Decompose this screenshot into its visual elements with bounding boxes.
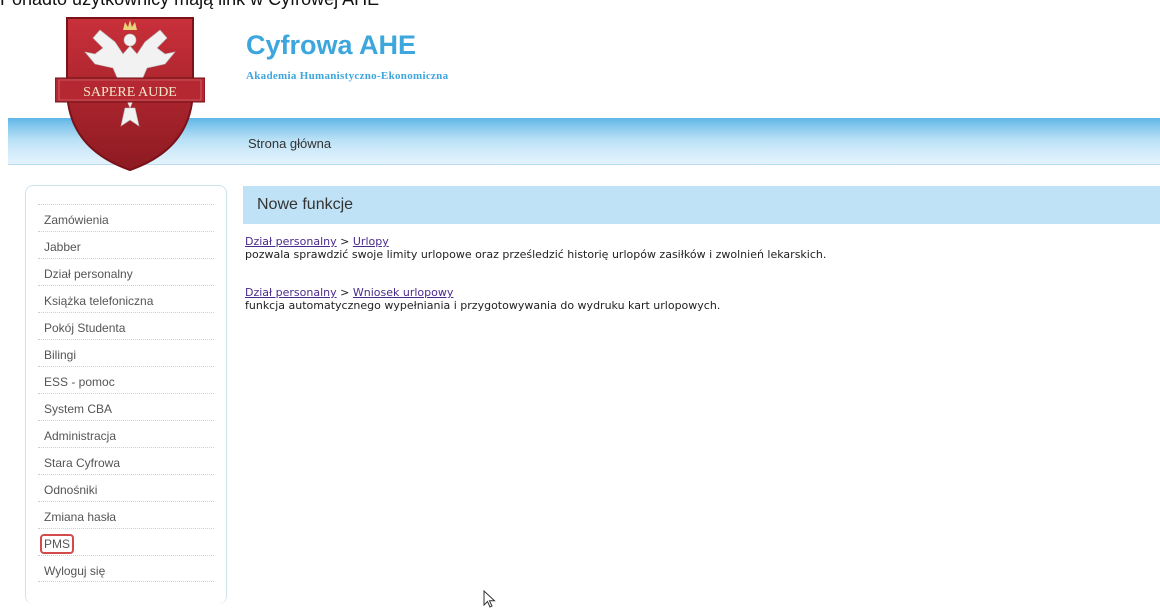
- sidebar-item-label: ESS - pomoc: [44, 375, 115, 389]
- sidebar-item-zamowienia[interactable]: Zamówienia: [38, 204, 214, 231]
- sidebar-item-odnosniki[interactable]: Odnośniki: [38, 474, 214, 501]
- breadcrumb-separator: >: [340, 286, 350, 299]
- university-crest-logo[interactable]: SAPERE AUDE: [55, 8, 205, 173]
- feature-description: pozwala sprawdzić swoje limity urlopowe …: [245, 248, 827, 261]
- sidebar-item-wyloguj[interactable]: Wyloguj się: [38, 555, 214, 582]
- content-heading: Nowe funkcje: [257, 196, 354, 213]
- sidebar-item-zmiana-hasla[interactable]: Zmiana hasła: [38, 501, 214, 528]
- feature-description: funkcja automatycznego wypełniania i prz…: [245, 299, 721, 312]
- sidebar-item-bilingi[interactable]: Bilingi: [38, 339, 214, 366]
- feature-link-wniosek-urlopowy[interactable]: Wniosek urlopowy: [353, 286, 454, 299]
- sidebar-item-jabber[interactable]: Jabber: [38, 231, 214, 258]
- sidebar-item-label: Odnośniki: [44, 483, 98, 497]
- sidebar-item-label: Pokój Studenta: [44, 321, 126, 335]
- feature-link-urlopy[interactable]: Urlopy: [353, 235, 389, 248]
- sidebar-item-pms[interactable]: PMS: [38, 528, 214, 555]
- sidebar-item-label: Zamówienia: [44, 213, 109, 227]
- sidebar-item-system-cba[interactable]: System CBA: [38, 393, 214, 420]
- sidebar-item-administracja[interactable]: Administracja: [38, 420, 214, 447]
- sidebar-item-label: Bilingi: [44, 348, 77, 362]
- section-link-dzial-personalny[interactable]: Dział personalny: [245, 286, 337, 299]
- content-header: Nowe funkcje: [243, 186, 1160, 224]
- sidebar-item-label: Dział personalny: [44, 267, 133, 281]
- sidebar-item-label: Jabber: [44, 240, 81, 254]
- sidebar-item-ess-pomoc[interactable]: ESS - pomoc: [38, 366, 214, 393]
- mouse-pointer-icon: [483, 590, 496, 608]
- sidebar-item-label: PMS: [44, 537, 71, 551]
- site-title: Cyfrowa AHE: [246, 30, 417, 60]
- logo-motto: SAPERE AUDE: [83, 85, 177, 100]
- breadcrumb-separator: >: [340, 235, 350, 248]
- sidebar-item-label: Wyloguj się: [44, 564, 106, 578]
- sidebar-item-label: Administracja: [44, 429, 117, 443]
- sidebar-item-ksiazka-telefoniczna[interactable]: Książka telefoniczna: [38, 285, 214, 312]
- site-subtitle: Akademia Humanistyczno-Ekonomiczna: [246, 70, 449, 82]
- sidebar-item-label: Zmiana hasła: [44, 510, 117, 524]
- sidebar-item-label: Książka telefoniczna: [44, 294, 154, 308]
- sidebar-item-label: System CBA: [44, 402, 113, 416]
- sidebar-menu: Zamówienia Jabber Dział personalny Książ…: [25, 185, 227, 604]
- nav-home-link[interactable]: Strona główna: [248, 136, 331, 151]
- sidebar-item-stara-cyfrowa[interactable]: Stara Cyfrowa: [38, 447, 214, 474]
- sidebar-item-pokoj-studenta[interactable]: Pokój Studenta: [38, 312, 214, 339]
- sidebar-item-dzial-personalny[interactable]: Dział personalny: [38, 258, 214, 285]
- sidebar-item-label: Stara Cyfrowa: [44, 456, 121, 470]
- feature-entry: Dział personalny > Wniosek urlopowy funk…: [245, 286, 720, 312]
- pms-highlight-box: PMS: [40, 534, 75, 554]
- section-link-dzial-personalny[interactable]: Dział personalny: [245, 235, 337, 248]
- feature-entry: Dział personalny > Urlopy pozwala sprawd…: [245, 235, 826, 261]
